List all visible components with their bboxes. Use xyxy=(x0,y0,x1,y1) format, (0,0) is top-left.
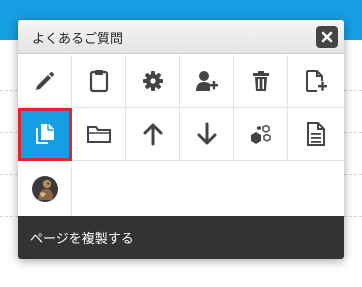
move-down-button[interactable] xyxy=(180,108,234,161)
blocks-button[interactable] xyxy=(234,108,288,161)
clipboard-icon xyxy=(89,70,108,93)
arrow-up-icon xyxy=(143,123,162,146)
trash-icon xyxy=(252,71,269,91)
move-up-button[interactable] xyxy=(126,108,180,161)
avatar-icon xyxy=(31,175,58,202)
cubes-icon xyxy=(250,124,271,144)
folder-icon xyxy=(86,126,111,143)
add-user-button[interactable] xyxy=(180,55,234,108)
duplicate-page-button[interactable] xyxy=(18,108,72,161)
clipboard-button[interactable] xyxy=(72,55,126,108)
modal-header: よくあるご質問 xyxy=(18,20,344,54)
edit-button[interactable] xyxy=(18,55,72,108)
settings-button[interactable] xyxy=(126,55,180,108)
pencil-icon xyxy=(35,72,54,90)
avatar-button[interactable] xyxy=(18,161,72,216)
folder-button[interactable] xyxy=(72,108,126,161)
document-icon xyxy=(307,122,325,146)
delete-button[interactable] xyxy=(234,55,288,108)
copy-page-icon xyxy=(35,124,54,144)
tooltip-text: ページを複製する xyxy=(30,232,134,247)
faq-modal: よくあるご質問 ページを複製する xyxy=(18,20,344,259)
add-user-icon xyxy=(195,71,218,91)
new-page-icon xyxy=(306,70,327,92)
modal-title: よくあるご質問 xyxy=(32,32,124,47)
gear-icon xyxy=(142,71,163,91)
close-button[interactable] xyxy=(316,26,338,48)
arrow-down-icon xyxy=(197,122,216,145)
document-button[interactable] xyxy=(288,108,344,161)
close-icon xyxy=(321,31,333,43)
tooltip-bar: ページを複製する xyxy=(18,216,344,259)
new-page-button[interactable] xyxy=(288,55,344,108)
